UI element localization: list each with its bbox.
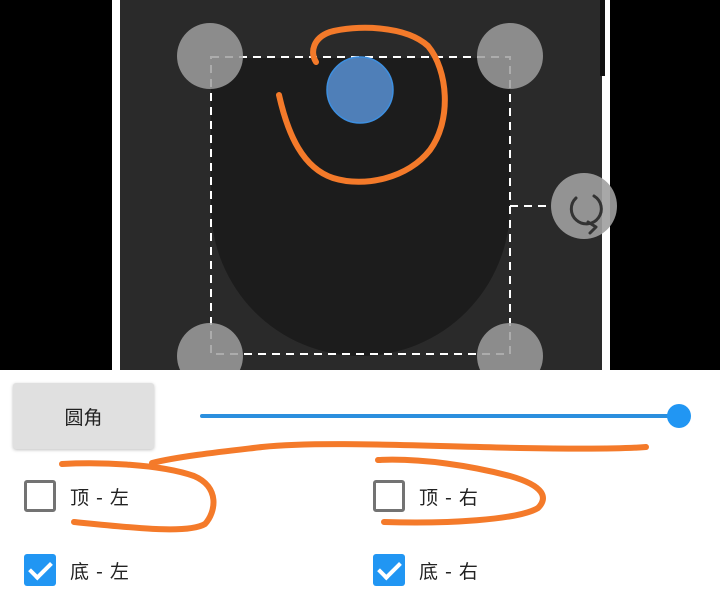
handle-top-left[interactable]	[177, 23, 243, 89]
checkbox-bottom-right-box[interactable]	[373, 554, 405, 586]
controls-panel: 圆角 顶 - 左 顶 - 右 底 - 左 底 - 右	[0, 370, 720, 614]
checkbox-top-left-label: 顶 - 左	[70, 486, 130, 509]
checkbox-top-right-box[interactable]	[373, 480, 405, 512]
editor-canvas[interactable]	[0, 0, 720, 370]
checkbox-bottom-left-box[interactable]	[24, 554, 56, 586]
handle-bottom-left[interactable]	[177, 323, 243, 370]
radius-slider-track[interactable]	[200, 414, 678, 418]
corner-radius-button[interactable]: 圆角	[13, 383, 154, 449]
checkbox-top-left-box[interactable]	[24, 480, 56, 512]
shape-editor	[177, 23, 617, 370]
checkbox-top-right[interactable]: 顶 - 右	[373, 480, 478, 512]
center-handle[interactable]	[326, 56, 394, 124]
rotate-handle[interactable]	[551, 173, 617, 239]
handle-top-right[interactable]	[477, 23, 543, 89]
handle-bottom-right[interactable]	[477, 323, 543, 370]
checkbox-bottom-left[interactable]: 底 - 左	[24, 554, 129, 586]
checkbox-top-left[interactable]: 顶 - 左	[24, 480, 129, 512]
radius-slider-thumb[interactable]	[667, 404, 691, 428]
checkbox-bottom-right-label: 底 - 右	[419, 560, 479, 583]
checkbox-bottom-left-label: 底 - 左	[70, 560, 130, 583]
checkbox-top-right-label: 顶 - 右	[419, 486, 479, 509]
checkbox-bottom-right[interactable]: 底 - 右	[373, 554, 478, 586]
